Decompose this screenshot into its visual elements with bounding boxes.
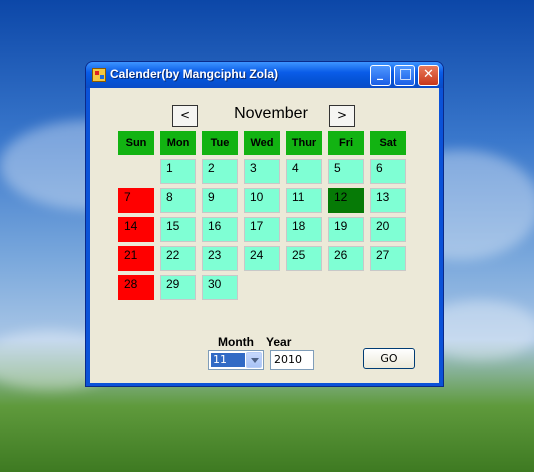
day-cell[interactable]: 4 <box>286 159 322 184</box>
maximize-button[interactable]: □ <box>394 65 415 86</box>
minimize-button[interactable]: _ <box>370 65 391 86</box>
day-cell[interactable]: 28 <box>118 275 154 300</box>
month-title: November <box>234 105 308 122</box>
day-cell[interactable]: 8 <box>160 188 196 213</box>
day-cell[interactable]: 23 <box>202 246 238 271</box>
weekday-header: Thur <box>286 131 322 155</box>
day-cell[interactable]: 30 <box>202 275 238 300</box>
day-cell[interactable]: 21 <box>118 246 154 271</box>
day-cell[interactable]: 20 <box>370 217 406 242</box>
day-cell[interactable]: 17 <box>244 217 280 242</box>
day-cell[interactable]: 6 <box>370 159 406 184</box>
day-cell[interactable]: 3 <box>244 159 280 184</box>
window-title: Calender(by Mangciphu Zola) <box>110 67 279 81</box>
day-cell-selected[interactable]: 12 <box>328 188 364 213</box>
day-cell[interactable]: 16 <box>202 217 238 242</box>
day-cell[interactable]: 27 <box>370 246 406 271</box>
day-cell[interactable]: 18 <box>286 217 322 242</box>
day-cell[interactable]: 25 <box>286 246 322 271</box>
month-select-value: 11 <box>211 353 245 367</box>
day-cell[interactable]: 11 <box>286 188 322 213</box>
day-cell[interactable]: 1 <box>160 159 196 184</box>
day-cell[interactable]: 5 <box>328 159 364 184</box>
weekday-header: Sat <box>370 131 406 155</box>
day-cell[interactable]: 9 <box>202 188 238 213</box>
app-icon <box>92 68 106 82</box>
day-cell[interactable]: 19 <box>328 217 364 242</box>
day-cell[interactable]: 29 <box>160 275 196 300</box>
close-icon: ✕ <box>423 67 434 82</box>
close-button[interactable]: ✕ <box>418 65 439 86</box>
chevron-down-icon[interactable] <box>246 352 262 368</box>
prev-month-button[interactable]: < <box>172 105 198 127</box>
day-cell[interactable]: 15 <box>160 217 196 242</box>
day-cell[interactable]: 13 <box>370 188 406 213</box>
year-input[interactable]: 2010 <box>270 350 314 370</box>
minimize-icon: _ <box>377 66 383 80</box>
month-select[interactable]: 11 <box>208 350 264 370</box>
day-cell[interactable]: 14 <box>118 217 154 242</box>
day-cell[interactable]: 10 <box>244 188 280 213</box>
weekday-header: Fri <box>328 131 364 155</box>
next-month-button[interactable]: > <box>329 105 355 127</box>
weekday-header: Tue <box>202 131 238 155</box>
calendar-window: Calender(by Mangciphu Zola) _ □ ✕ < Nove… <box>86 62 443 386</box>
weekday-header: Wed <box>244 131 280 155</box>
day-cell[interactable]: 22 <box>160 246 196 271</box>
day-cell[interactable]: 24 <box>244 246 280 271</box>
year-label: Year <box>266 335 292 349</box>
weekday-header: Sun <box>118 131 154 155</box>
day-cell[interactable]: 26 <box>328 246 364 271</box>
maximize-icon: □ <box>399 66 413 82</box>
day-cell[interactable]: 2 <box>202 159 238 184</box>
client-area: < November > Sun Mon Tue Wed Thur Fri Sat 1 2 3 4 5… <box>90 88 439 383</box>
go-button[interactable]: GO <box>363 348 415 369</box>
month-label: Month <box>218 335 254 349</box>
title-bar[interactable]: Calender(by Mangciphu Zola) _ □ ✕ <box>86 62 443 88</box>
weekday-header: Mon <box>160 131 196 155</box>
day-cell[interactable]: 7 <box>118 188 154 213</box>
